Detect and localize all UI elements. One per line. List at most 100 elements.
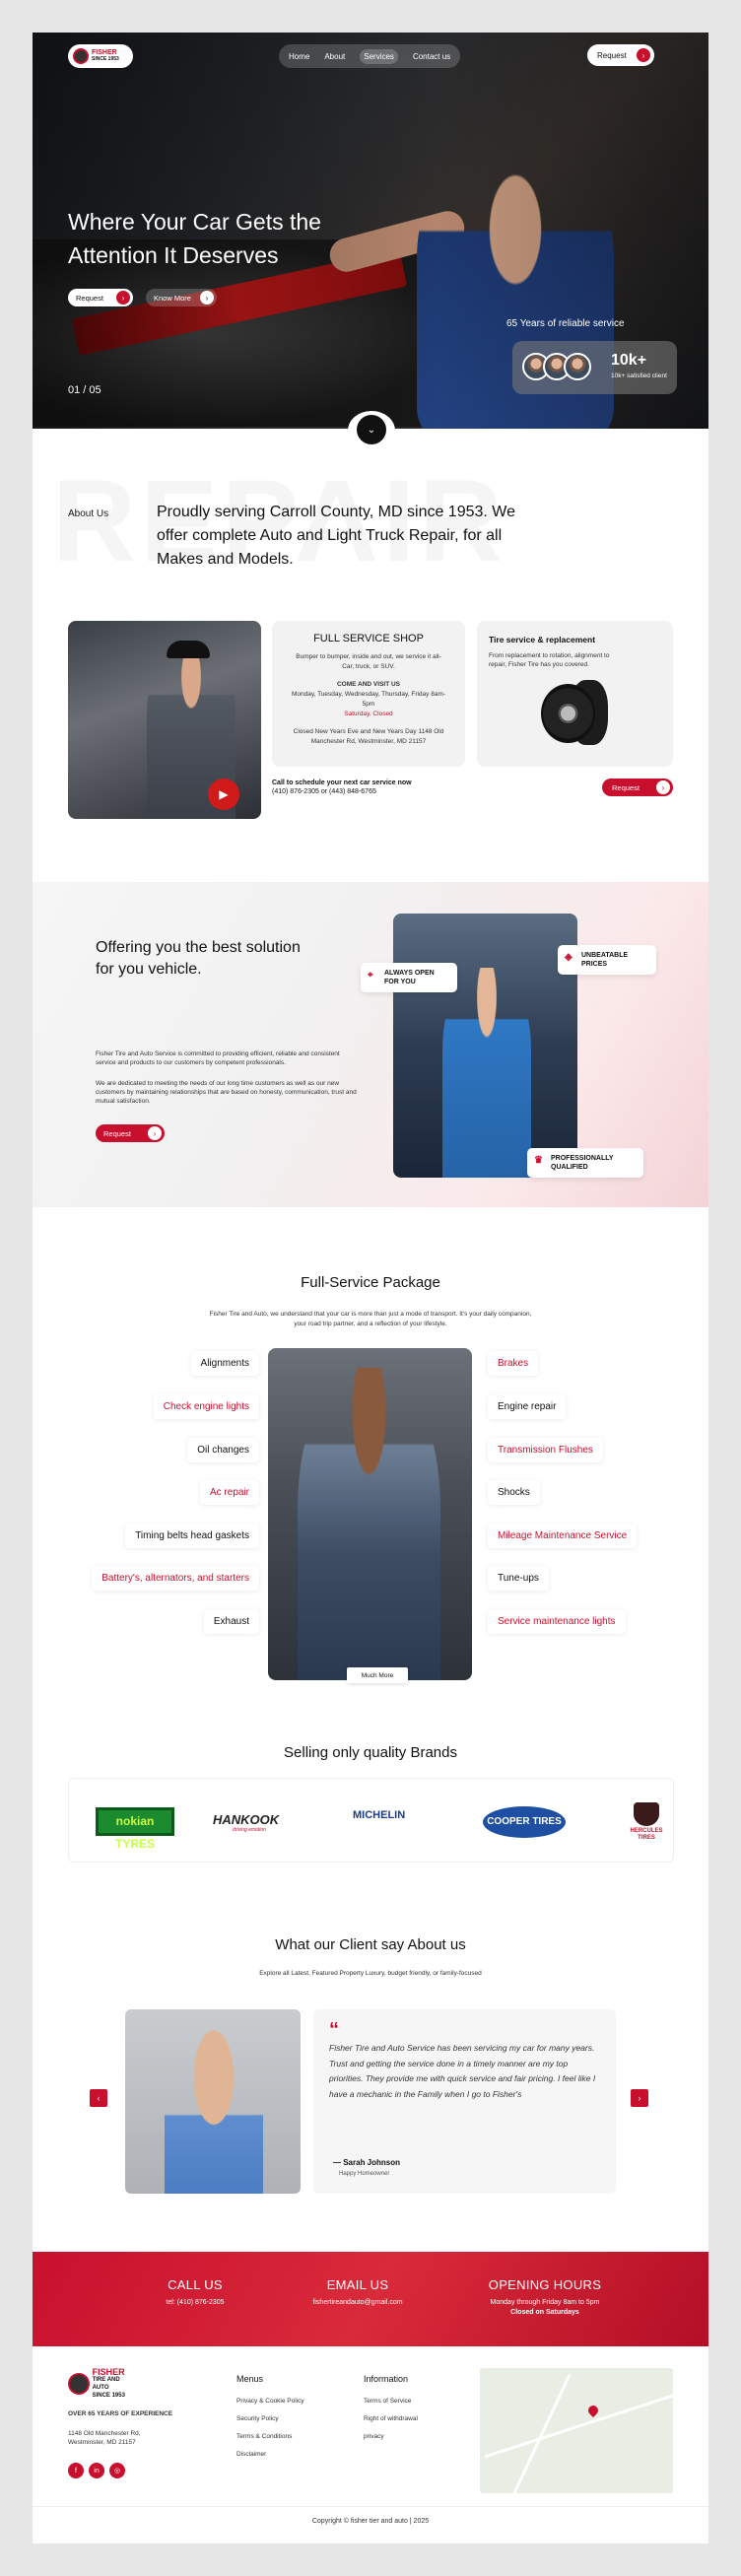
- page: FISHER SINCE 1953 Home About Services Con…: [33, 33, 708, 2543]
- shop-title: FULL SERVICE SHOP: [313, 633, 424, 644]
- logo-mascot-icon: [68, 2373, 90, 2395]
- map-pin-icon: [585, 2403, 601, 2418]
- service-item[interactable]: Oil changes: [187, 1438, 259, 1462]
- clients-stat-card: 10k+ 10k+ satisfied client: [512, 341, 677, 394]
- testimonial-text: Fisher Tire and Auto Service has been se…: [329, 2043, 596, 2099]
- quote-icon: “: [329, 2019, 339, 2041]
- tire-image: [541, 684, 595, 743]
- service-item[interactable]: Timing belts head gaskets: [125, 1524, 259, 1548]
- email-value[interactable]: fishertireandauto@gmail.com: [274, 2298, 441, 2308]
- copyright: Copyright © fisher tier and auto | 2025: [311, 2518, 430, 2525]
- email-us-block: EMAIL US fishertireandauto@gmail.com: [274, 2277, 441, 2308]
- brand-michelin-logo: MICHELIN: [353, 1809, 406, 1821]
- hero-request-button[interactable]: Request ›: [68, 289, 133, 306]
- footer-information: Information Terms of Service Right of wi…: [364, 2374, 418, 2440]
- service-item[interactable]: Transmission Flushes: [488, 1438, 603, 1462]
- offer-title: Offering you the best solution for you v…: [96, 939, 301, 978]
- facebook-icon[interactable]: f: [68, 2463, 84, 2478]
- hercules-shield-icon: [634, 1802, 659, 1826]
- service-item[interactable]: Ac repair: [199, 1480, 259, 1505]
- service-item[interactable]: Check engine lights: [153, 1394, 259, 1419]
- slide-counter: 01 / 05: [68, 384, 101, 396]
- about-text: Proudly serving Carroll County, MD since…: [157, 504, 515, 568]
- shop-hours: Monday, Tuesday, Wednesday, Thursday, Fr…: [291, 691, 446, 708]
- footer-link[interactable]: Privacy & Cookie Policy: [236, 2398, 304, 2405]
- service-item[interactable]: Service maintenance lights: [488, 1609, 626, 1634]
- tire-desc: From replacement to rotation, alignment …: [489, 652, 610, 668]
- location-pin-icon: ⌖: [368, 970, 373, 981]
- logo[interactable]: FISHER SINCE 1953: [68, 44, 133, 68]
- prev-arrow-icon[interactable]: ‹: [90, 2089, 107, 2107]
- brands-strip: nokian TYRES HANKOOK driving emotion MIC…: [68, 1778, 674, 1863]
- package-subtitle: Fisher Tire and Auto, we understand that…: [209, 1311, 532, 1327]
- service-item[interactable]: Brakes: [488, 1351, 539, 1376]
- arrow-right-icon: ›: [637, 48, 650, 62]
- next-arrow-icon[interactable]: ›: [631, 2089, 648, 2107]
- nav-home[interactable]: Home: [289, 52, 309, 61]
- logo-name: FISHER: [92, 49, 117, 56]
- header-request-button[interactable]: Request ›: [587, 44, 654, 66]
- service-item[interactable]: Alignments: [190, 1351, 259, 1376]
- brand-cooper-logo: COOPER TIRES: [483, 1806, 566, 1838]
- shop-closed-note: Closed New Years Eve and New Years Day 1…: [293, 728, 444, 745]
- footer-link[interactable]: Terms & Conditions: [236, 2433, 304, 2440]
- about-label: About Us: [68, 508, 109, 519]
- much-more-button[interactable]: Much More: [347, 1667, 408, 1683]
- service-item[interactable]: Tune-ups: [488, 1566, 549, 1591]
- nav-services[interactable]: Services: [360, 48, 398, 64]
- tire-service-card: Tire service & replacement From replacem…: [477, 621, 673, 767]
- offer-section: Offering you the best solution for you v…: [33, 882, 708, 1207]
- service-item[interactable]: Mileage Maintenance Service: [488, 1524, 638, 1548]
- service-item[interactable]: Shocks: [488, 1480, 540, 1505]
- years-text: 65 Years of reliable service: [506, 318, 625, 329]
- nav-contact[interactable]: Contact us: [413, 52, 450, 61]
- footer-link[interactable]: Right of withdrawal: [364, 2415, 418, 2422]
- schedule-heading: Call to schedule your next car service n…: [272, 780, 412, 786]
- testimonial-role: Happy Homeowner: [339, 2171, 390, 2177]
- offer-request-button[interactable]: Request ›: [96, 1124, 165, 1142]
- logo-since: SINCE 1953: [92, 56, 119, 62]
- shop-saturday: Saturday, Closed: [344, 711, 393, 717]
- schedule-phones[interactable]: (410) 876-2305 or (443) 848-6765: [272, 788, 376, 795]
- brand-hercules-logo: HERCULES TIRES: [626, 1802, 667, 1842]
- stat-label: 10k+ satisfied client: [611, 373, 667, 379]
- contact-band: CALL US tel: (410) 876-2305 EMAIL US fis…: [33, 2252, 708, 2346]
- badge-qualified: ♛ PROFESSIONALLY QUALIFIED: [527, 1148, 643, 1178]
- footer-link[interactable]: Security Policy: [236, 2415, 304, 2422]
- tire-request-button[interactable]: Request ›: [602, 779, 673, 796]
- play-icon[interactable]: ▶: [208, 779, 239, 810]
- call-value[interactable]: tel: (410) 876-2305: [126, 2298, 264, 2308]
- shop-desc: Bumper to bumper, inside and out, we ser…: [296, 653, 441, 670]
- testimonial-subtitle: Explore all Latest, Featured Property Lu…: [259, 1970, 482, 1977]
- chevron-down-icon: ⌄: [357, 415, 386, 444]
- brand-hankook-logo: HANKOOK driving emotion: [213, 1812, 280, 1833]
- badge-prices: ◈ UNBEATABLE PRICES: [558, 945, 656, 975]
- mechanic-video-card[interactable]: ▶: [68, 621, 261, 819]
- stat-value: 10k+: [611, 352, 647, 369]
- instagram-icon[interactable]: ◎: [109, 2463, 125, 2478]
- hero-know-more-button[interactable]: Know More ›: [146, 289, 217, 306]
- testimonial-title: What our Client say About us: [275, 1936, 466, 1953]
- offer-paragraph: We are dedicated to meeting the needs of…: [96, 1080, 357, 1105]
- footer-address: 1148 Old Manchester Rd, Westminster, MD …: [68, 2430, 141, 2446]
- client-photo: [125, 2009, 301, 2194]
- footer-link[interactable]: privacy: [364, 2433, 418, 2440]
- footer-link[interactable]: Terms of Service: [364, 2398, 418, 2405]
- footer-logo[interactable]: FISHER TIRE AND AUTO SINCE 1953: [68, 2368, 137, 2399]
- hero-section: FISHER SINCE 1953 Home About Services Con…: [33, 33, 708, 429]
- arrow-right-icon: ›: [200, 291, 214, 305]
- visit-heading: COME AND VISIT US: [336, 681, 401, 688]
- opening-hours-block: OPENING HOURS Monday through Friday 8am …: [488, 2277, 602, 2316]
- main-nav: Home About Services Contact us: [279, 44, 461, 68]
- service-item[interactable]: Engine repair: [488, 1394, 567, 1419]
- nav-about[interactable]: About: [324, 52, 345, 61]
- scroll-down-button[interactable]: ⌄: [348, 411, 395, 450]
- location-map[interactable]: [480, 2368, 673, 2493]
- logo-mascot-icon: [73, 48, 89, 64]
- package-mechanic-image: Much More: [268, 1348, 472, 1683]
- service-item[interactable]: Exhaust: [203, 1609, 259, 1634]
- linkedin-icon[interactable]: in: [89, 2463, 104, 2478]
- service-item[interactable]: Battery's, alternators, and starters: [92, 1566, 259, 1591]
- brand-nokian-logo: nokian TYRES: [96, 1807, 174, 1851]
- footer-link[interactable]: Disclaimer: [236, 2451, 304, 2458]
